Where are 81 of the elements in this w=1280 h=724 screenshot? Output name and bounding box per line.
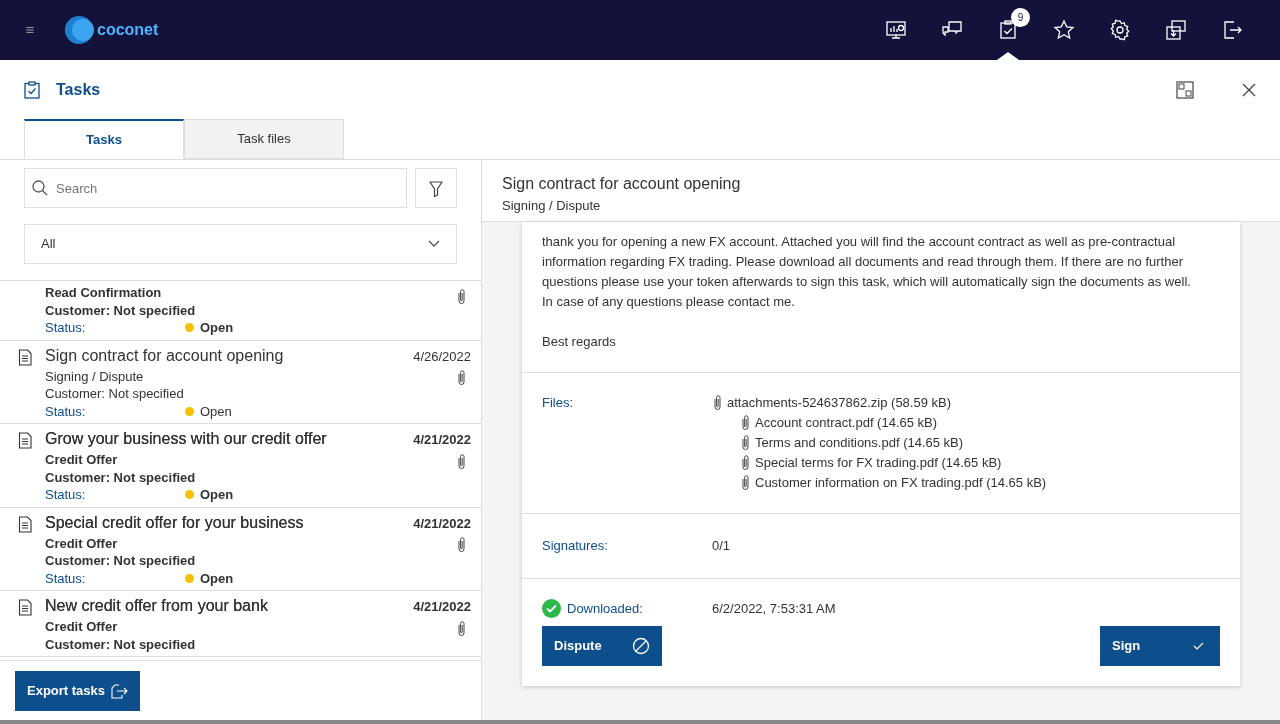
paperclip-icon <box>740 454 751 472</box>
task-title: Special credit offer for your business <box>45 512 305 533</box>
status-text: Open <box>200 402 232 420</box>
status-text: Open <box>200 486 234 504</box>
customer-text: Customer: Not specified <box>45 301 197 319</box>
downloaded-value: 6/2/2022, 7:53:31 AM <box>712 599 836 618</box>
tab[interactable]: Tasks <box>24 119 184 159</box>
task-title: Grow your business with our credit offer <box>45 429 328 449</box>
document-icon <box>18 432 32 449</box>
task-date: 4/21/2022 <box>413 598 471 616</box>
task-item[interactable]: Sign contract for account opening Signing / Dispute Customer: Not specified Status: Open 4/26/2022 <box>0 340 481 424</box>
signatures-label: Signatures: <box>542 537 609 555</box>
logo: coconet <box>64 15 159 45</box>
filter-icon <box>429 180 443 197</box>
task-category: Signing / Dispute <box>502 197 602 215</box>
status-label: Status: <box>45 569 87 587</box>
status-label: Status: <box>45 486 87 504</box>
star-icon[interactable] <box>1053 19 1075 41</box>
task-item[interactable]: Special credit offer for your business Credit Offer Customer: Not specified Status: Open 4/21/2022 <box>0 507 481 591</box>
resize-icon[interactable] <box>1176 81 1194 99</box>
status-text: Open <box>200 319 234 337</box>
task-item[interactable]: Grow your business with our credit offer Credit Offer Customer: Not specified Status: Open 4/21/2022 <box>0 424 481 508</box>
chevron-down-icon <box>428 240 440 248</box>
close-icon[interactable] <box>1242 83 1256 97</box>
file-link[interactable]: attachments-524637862.zip (58.59 kB) <box>727 393 952 413</box>
paperclip-icon <box>712 394 723 412</box>
downloaded-label: Downloaded: <box>567 599 643 618</box>
status-text: Open <box>200 569 234 587</box>
export-tasks-button[interactable]: Export tasks <box>15 671 140 711</box>
export-icon <box>110 682 128 700</box>
file-link[interactable]: Terms and conditions.pdf (14.65 kB) <box>755 433 964 453</box>
status-label: Status: <box>45 319 87 337</box>
message-paragraph: In case of any questions please contact me. <box>542 293 796 311</box>
customer-text: Customer: Not specified <box>45 635 197 653</box>
document-icon <box>18 515 32 533</box>
closing-text: Best regards <box>542 333 617 351</box>
document-icon <box>18 599 32 616</box>
task-date: 4/26/2022 <box>413 347 471 365</box>
task-category: Read Confirmation <box>45 284 163 302</box>
task-title: Sign contract for account opening <box>45 345 285 366</box>
clipboard-check-icon[interactable] <box>997 19 1019 41</box>
file-link[interactable]: Special terms for FX trading.pdf (14.65 kB) <box>755 453 1002 473</box>
files-label: Files: <box>542 394 575 412</box>
block-icon <box>632 637 650 655</box>
transfer-icon[interactable] <box>1165 19 1187 41</box>
search-icon <box>32 180 48 196</box>
task-category: Credit Offer <box>45 534 119 552</box>
filter-button[interactable] <box>415 168 457 208</box>
settings-icon[interactable] <box>1109 19 1131 41</box>
task-item[interactable]: Read Confirmation Customer: Not specified Status: Open <box>0 281 481 341</box>
message-paragraph: thank you for opening a new FX account. Attached you will find the account contract as well as pre-contractual information regarding FX trading. Please download all documents and read through them. If there are no further questions please use your token afterwards to sign this task, which will automatically sign the documents as well. <box>542 233 1192 291</box>
search-field[interactable]: Search <box>24 168 407 208</box>
chart-monitor-icon[interactable] <box>885 19 907 41</box>
clipboard-check-icon <box>24 81 40 99</box>
dispute-button[interactable]: Dispute <box>542 626 662 666</box>
task-item[interactable]: New credit offer from your bank Credit Offer Customer: Not specified 4/21/2022 <box>0 591 481 657</box>
filter-dropdown[interactable]: All <box>24 224 457 264</box>
paperclip-icon <box>740 414 751 432</box>
status-label: Status: <box>45 402 87 420</box>
file-link[interactable]: Customer information on FX trading.pdf (14.65 kB) <box>755 473 1047 493</box>
task-date: 4/21/2022 <box>413 514 471 532</box>
task-date: 4/21/2022 <box>413 431 471 449</box>
task-category: Signing / Dispute <box>45 367 145 385</box>
tab[interactable]: Task files <box>184 119 344 159</box>
panel-title: Tasks <box>56 80 101 100</box>
task-title: New credit offer from your bank <box>45 596 269 616</box>
notification-badge: 9 <box>1011 8 1030 27</box>
sign-button[interactable]: Sign <box>1100 626 1220 666</box>
signatures-value: 0/1 <box>712 537 731 555</box>
file-link[interactable]: Account contract.pdf (14.65 kB) <box>755 413 938 433</box>
logout-icon[interactable] <box>1221 19 1243 41</box>
task-category: Credit Offer <box>45 618 119 636</box>
task-category: Credit Offer <box>45 451 119 469</box>
customer-text: Customer: Not specified <box>45 385 185 403</box>
customer-text: Customer: Not specified <box>45 468 197 486</box>
active-pointer <box>997 52 1019 60</box>
document-icon <box>18 348 32 366</box>
paperclip-icon <box>740 434 751 452</box>
customer-text: Customer: Not specified <box>45 552 197 570</box>
paperclip-icon <box>740 474 751 492</box>
task-title: Sign contract for account opening <box>502 174 742 194</box>
